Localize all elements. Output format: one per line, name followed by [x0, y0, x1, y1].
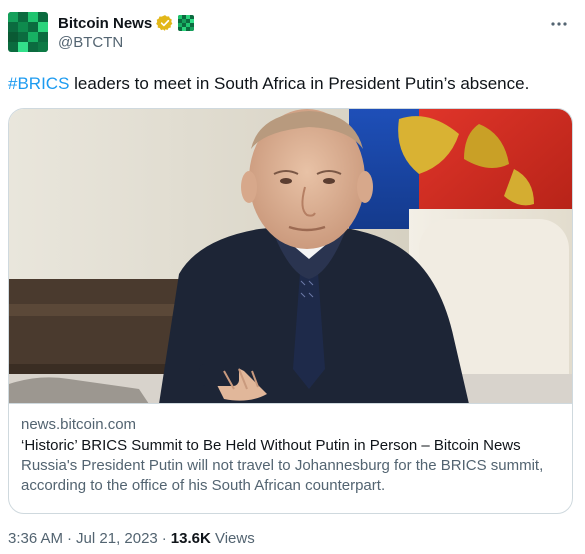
more-dots-icon	[551, 22, 567, 26]
handle[interactable]: @BTCTN	[58, 34, 123, 51]
tweet-text: #BRICS leaders to meet in South Africa i…	[8, 73, 577, 95]
name-row: Bitcoin News	[58, 13, 195, 33]
card-description: Russia's President Putin will not travel…	[21, 457, 544, 494]
display-name[interactable]: Bitcoin News	[58, 15, 152, 32]
news-photo-icon	[9, 109, 572, 403]
avatar[interactable]	[8, 12, 48, 52]
tweet-meta: 3:36 AM · Jul 21, 2023 · 13.6K Views	[8, 530, 255, 547]
card-title: ‘Historic’ BRICS Summit to Be Held Witho…	[21, 437, 521, 454]
card-body[interactable]: news.bitcoin.com ‘Historic’ BRICS Summit…	[9, 405, 572, 496]
tweet-header: Bitcoin News @BTCTN	[8, 8, 577, 56]
meta-separator-2: ·	[161, 530, 167, 547]
views-label: Views	[214, 530, 255, 547]
meta-separator: ·	[67, 530, 73, 547]
link-card[interactable]: news.bitcoin.com ‘Historic’ BRICS Summit…	[8, 108, 573, 514]
affiliate-logo-icon[interactable]	[178, 15, 195, 31]
hashtag-link[interactable]: #BRICS	[8, 74, 69, 93]
card-image[interactable]	[9, 109, 572, 404]
tweet-time[interactable]: 3:36 AM	[8, 530, 63, 547]
card-domain: news.bitcoin.com	[21, 416, 137, 433]
tweet-date[interactable]: Jul 21, 2023	[76, 530, 158, 547]
tweet-body-text: leaders to meet in South Africa in Presi…	[69, 74, 530, 93]
more-options-button[interactable]	[547, 12, 571, 36]
bitcoin-news-logo-icon	[8, 12, 48, 52]
verified-badge-icon[interactable]	[156, 14, 174, 32]
views-count: 13.6K	[170, 530, 211, 547]
